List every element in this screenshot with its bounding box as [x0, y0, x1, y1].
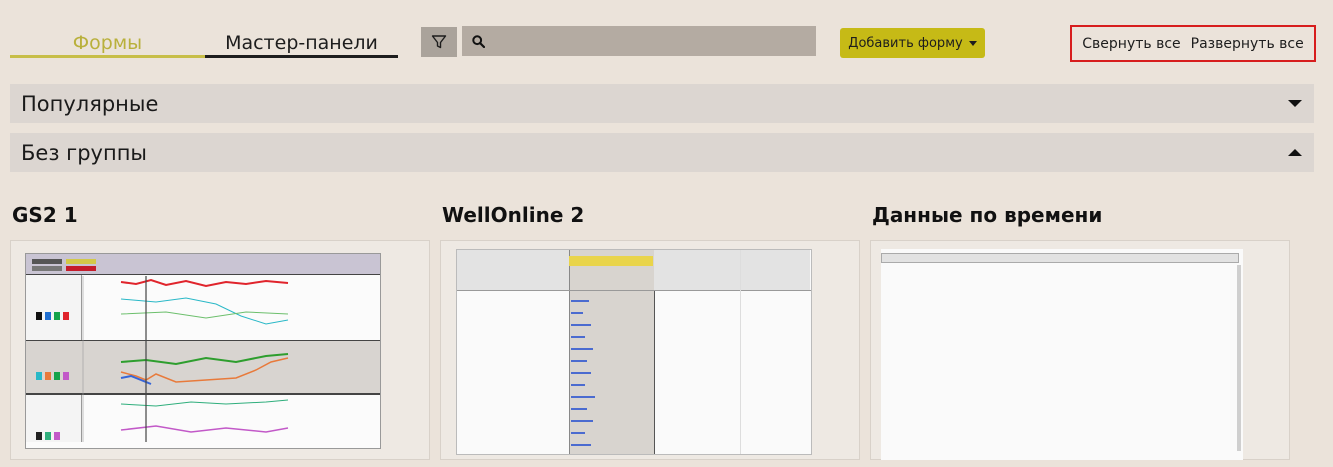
group-no-group-label: Без группы	[21, 140, 147, 165]
card-title-wellonline[interactable]: WellOnline 2	[442, 203, 584, 227]
thumbnail-header	[881, 253, 1239, 263]
filter-button[interactable]	[421, 27, 457, 57]
thumbnail-bar	[571, 324, 591, 326]
funnel-icon	[431, 35, 447, 49]
caret-up-icon	[1288, 149, 1302, 156]
thumbnail-bar	[571, 312, 583, 314]
form-thumbnail	[881, 249, 1243, 460]
legend-swatch	[54, 432, 60, 440]
legend-swatch	[63, 312, 69, 320]
caret-down-icon	[1288, 100, 1302, 107]
thumbnail-highlight	[569, 256, 653, 266]
magnifier-icon	[472, 34, 485, 48]
thumbnail-bar	[571, 300, 589, 302]
thumbnail-track	[569, 250, 655, 454]
add-form-label: Добавить форму	[848, 35, 963, 51]
card-preview-gs2[interactable]	[10, 240, 430, 460]
collapse-expand-controls: Свернуть все Развернуть все	[1070, 25, 1316, 62]
caret-down-icon	[968, 40, 977, 46]
legend-swatch	[54, 372, 60, 380]
thumbnail-bar	[571, 348, 593, 350]
search-input[interactable]	[491, 25, 816, 57]
expand-all-link[interactable]: Развернуть все	[1191, 36, 1304, 52]
thumbnail-divider	[457, 290, 811, 291]
thumbnail-header	[457, 250, 570, 290]
legend-swatch	[45, 432, 51, 440]
search-box	[462, 25, 816, 57]
card-title-gs2[interactable]: GS2 1	[12, 203, 78, 227]
legend-swatch	[63, 372, 69, 380]
thumbnail-curves	[82, 276, 289, 442]
thumbnail-bar	[571, 432, 585, 434]
thumbnail-bar	[571, 420, 593, 422]
legend-swatch	[45, 372, 51, 380]
thumbnail-bar	[571, 336, 585, 338]
thumbnail-bar	[571, 372, 591, 374]
thumbnail-bar	[571, 408, 587, 410]
card-title-data-by-time[interactable]: Данные по времени	[872, 203, 1102, 227]
thumbnail-bar	[571, 360, 587, 362]
tab-bar: Формы Мастер-панели	[10, 28, 398, 58]
add-form-button[interactable]: Добавить форму	[840, 28, 985, 58]
legend-swatch	[36, 372, 42, 380]
card-preview-data-by-time[interactable]	[870, 240, 1290, 460]
form-thumbnail	[456, 249, 812, 455]
legend-swatch	[54, 312, 60, 320]
tab-forms[interactable]: Формы	[10, 28, 205, 58]
thumbnail-bar	[571, 444, 591, 446]
collapse-all-link[interactable]: Свернуть все	[1082, 36, 1180, 52]
thumbnail-header	[740, 250, 810, 290]
card-preview-wellonline[interactable]	[440, 240, 860, 460]
legend-swatch	[36, 432, 42, 440]
form-thumbnail	[25, 253, 381, 449]
group-no-group[interactable]: Без группы	[10, 133, 1314, 172]
tab-master-panels[interactable]: Мастер-панели	[205, 28, 398, 58]
legend-swatch	[45, 312, 51, 320]
thumbnail-scrollbar	[1237, 265, 1241, 451]
thumbnail-bar	[571, 396, 595, 398]
thumbnail-divider	[740, 250, 741, 454]
group-popular[interactable]: Популярные	[10, 84, 1314, 123]
thumbnail-bar	[571, 384, 585, 386]
group-popular-label: Популярные	[21, 91, 159, 116]
legend-swatch	[36, 312, 42, 320]
thumbnail-header	[654, 250, 741, 290]
